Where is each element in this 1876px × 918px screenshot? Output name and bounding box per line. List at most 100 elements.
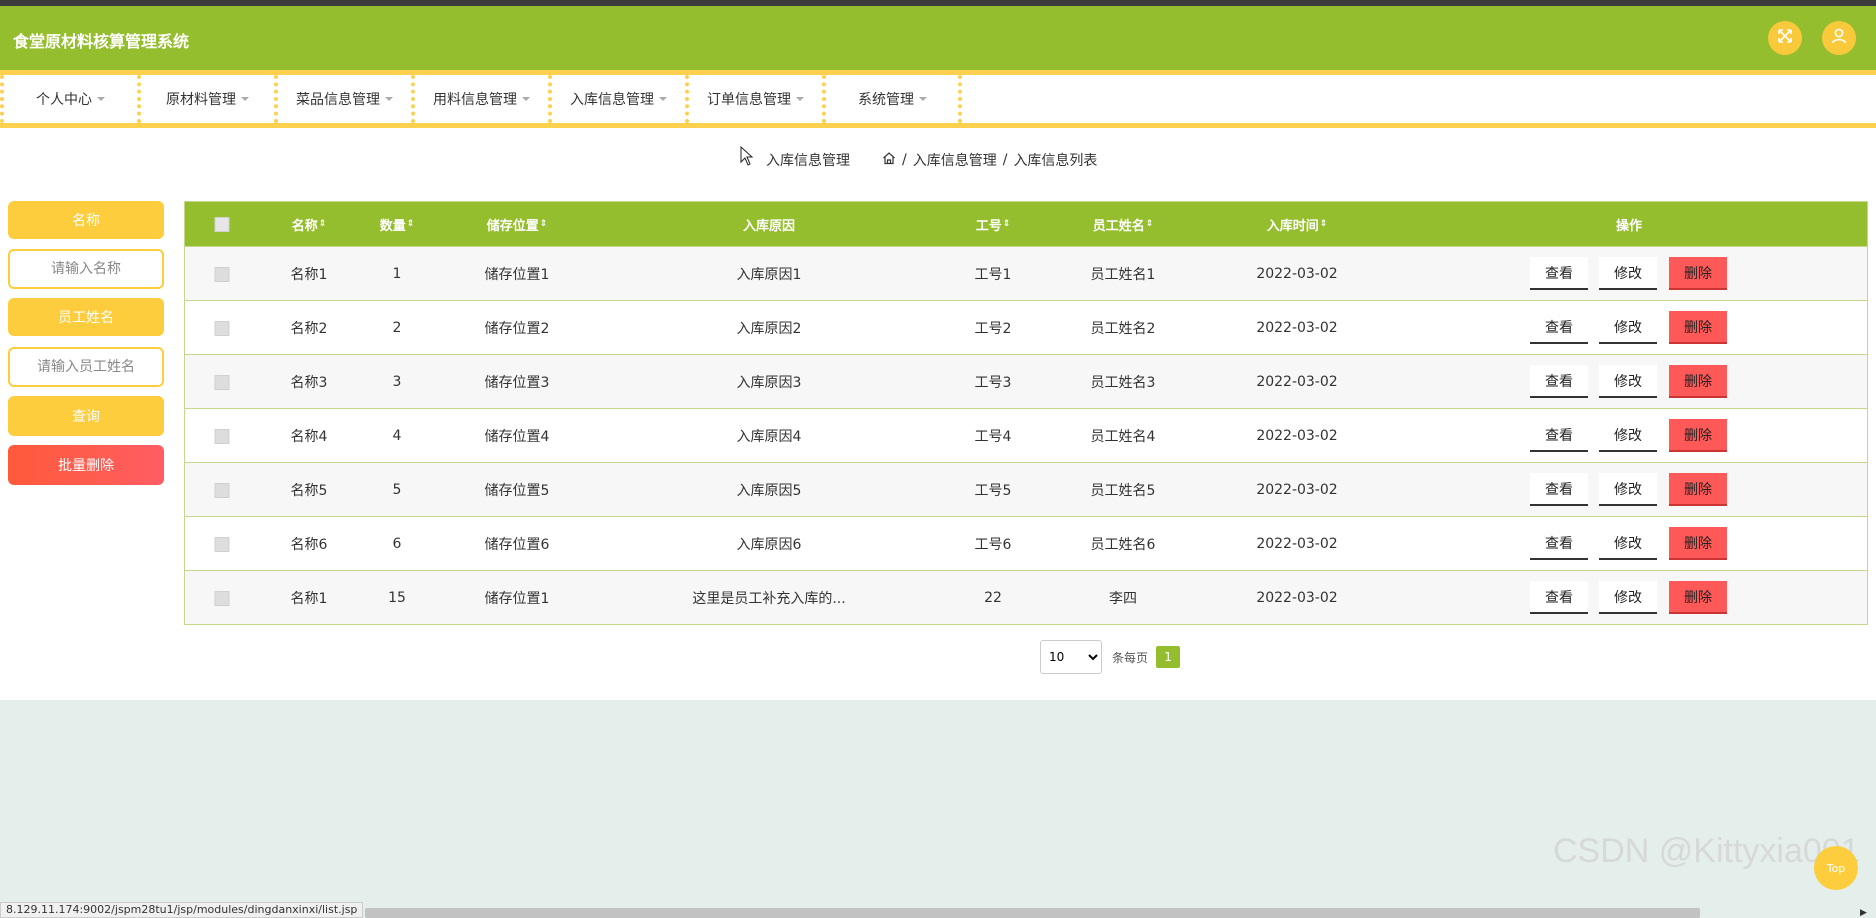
cell-emp-no: 22 xyxy=(984,590,1002,606)
table-header: 名称 ⇕ 数量 ⇕ 储存位置 ⇕ 入库原因 工号 ⇕ 员工姓名 ⇕ 入库时间 ⇕ 操作 xyxy=(185,202,1867,246)
sort-icon: ⇕ xyxy=(406,219,415,229)
edit-button[interactable]: 修改 xyxy=(1599,257,1657,290)
row-checkbox[interactable] xyxy=(214,517,230,571)
view-button[interactable]: 查看 xyxy=(1530,365,1588,398)
breadcrumb-stock-in[interactable]: 入库信息管理 xyxy=(913,150,997,170)
cell-emp-name: 员工姓名1 xyxy=(1090,267,1156,283)
nav-item-stock-in[interactable]: 入库信息管理 xyxy=(548,75,685,123)
view-button[interactable]: 查看 xyxy=(1530,527,1588,560)
nav-item-personal-center[interactable]: 个人中心 xyxy=(0,75,137,123)
column-header-label: 入库时间 xyxy=(1266,218,1319,234)
column-header-qty[interactable]: 数量 ⇕ xyxy=(380,202,415,246)
row-checkbox[interactable] xyxy=(214,409,230,463)
back-to-top-button[interactable]: Top xyxy=(1814,846,1858,890)
column-header-label: 储存位置 xyxy=(486,218,539,234)
cell-reason: 入库原因4 xyxy=(736,429,802,445)
delete-button[interactable]: 删除 xyxy=(1669,581,1727,614)
cell-emp-name: 员工姓名4 xyxy=(1090,429,1156,445)
sort-icon: ⇕ xyxy=(1002,219,1011,229)
cell-emp-name: 员工姓名6 xyxy=(1090,537,1156,553)
delete-button[interactable]: 删除 xyxy=(1669,311,1727,344)
column-header-label: 工号 xyxy=(975,218,1002,234)
chevron-down-icon xyxy=(659,97,667,101)
view-button[interactable]: 查看 xyxy=(1530,581,1588,614)
nav-item-raw-materials[interactable]: 原材料管理 xyxy=(137,75,274,123)
nav-item-dishes[interactable]: 菜品信息管理 xyxy=(274,75,411,123)
chevron-down-icon xyxy=(385,97,393,101)
cell-location: 储存位置1 xyxy=(484,591,550,607)
chevron-down-icon xyxy=(97,97,105,101)
horizontal-scrollbar[interactable] xyxy=(365,908,1700,918)
column-header-time[interactable]: 入库时间 ⇕ xyxy=(1267,202,1328,246)
cell-reason: 入库原因2 xyxy=(736,321,802,337)
view-button[interactable]: 查看 xyxy=(1530,257,1588,290)
user-button[interactable] xyxy=(1822,21,1856,55)
chevron-down-icon xyxy=(522,97,530,101)
cell-emp-no: 工号1 xyxy=(974,267,1012,283)
row-checkbox[interactable] xyxy=(214,355,230,409)
batch-delete-button[interactable]: 批量删除 xyxy=(8,445,164,485)
row-checkbox[interactable] xyxy=(214,463,230,517)
name-label: 名称 xyxy=(8,201,164,239)
cell-name: 名称5 xyxy=(290,483,328,499)
column-header-emp-no[interactable]: 工号 ⇕ xyxy=(976,202,1011,246)
page-button-current[interactable]: 1 xyxy=(1156,646,1181,668)
row-checkbox[interactable] xyxy=(214,247,230,301)
column-header-emp-name[interactable]: 员工姓名 ⇕ xyxy=(1093,202,1154,246)
query-button[interactable]: 查询 xyxy=(8,396,164,436)
fullscreen-button[interactable] xyxy=(1768,21,1802,55)
edit-button[interactable]: 修改 xyxy=(1599,365,1657,398)
row-checkbox[interactable] xyxy=(214,301,230,355)
delete-button[interactable]: 删除 xyxy=(1669,365,1727,398)
sort-icon: ⇕ xyxy=(1145,219,1154,229)
nav-item-orders[interactable]: 订单信息管理 xyxy=(685,75,822,123)
cell-emp-no: 工号6 xyxy=(974,537,1012,553)
edit-button[interactable]: 修改 xyxy=(1599,473,1657,506)
delete-button[interactable]: 删除 xyxy=(1669,473,1727,506)
cell-reason: 入库原因6 xyxy=(736,537,802,553)
delete-button[interactable]: 删除 xyxy=(1669,527,1727,560)
column-header-name[interactable]: 名称 ⇕ xyxy=(292,202,327,246)
edit-button[interactable]: 修改 xyxy=(1599,419,1657,452)
view-button[interactable]: 查看 xyxy=(1530,473,1588,506)
mouse-cursor-icon xyxy=(740,145,754,170)
view-button[interactable]: 查看 xyxy=(1530,419,1588,452)
delete-button[interactable]: 删除 xyxy=(1669,257,1727,290)
chevron-down-icon xyxy=(919,97,927,101)
view-button[interactable]: 查看 xyxy=(1530,311,1588,344)
nav-divider xyxy=(958,75,962,123)
edit-button[interactable]: 修改 xyxy=(1599,581,1657,614)
table-row: 名称4 4 储存位置4 入库原因4 工号4 员工姓名4 2022-03-02 查… xyxy=(185,408,1867,462)
user-icon xyxy=(1830,27,1848,49)
cell-reason: 入库原因1 xyxy=(736,267,802,283)
employee-name-label: 员工姓名 xyxy=(8,298,164,336)
cell-qty: 3 xyxy=(392,374,402,390)
cell-time: 2022-03-02 xyxy=(1256,590,1338,606)
edit-button[interactable]: 修改 xyxy=(1599,527,1657,560)
column-header-label: 入库原因 xyxy=(742,218,796,234)
breadcrumb-separator: / xyxy=(902,152,907,168)
page-size-select[interactable]: 10 xyxy=(1040,640,1102,674)
status-bar-url: 8.129.11.174:9002/jspm28tu1/jsp/modules/… xyxy=(0,902,364,918)
delete-button[interactable]: 删除 xyxy=(1669,419,1727,452)
table-row: 名称6 6 储存位置6 入库原因6 工号6 员工姓名6 2022-03-02 查… xyxy=(185,516,1867,570)
nav-item-material-usage[interactable]: 用料信息管理 xyxy=(411,75,548,123)
column-header-location[interactable]: 储存位置 ⇕ xyxy=(487,202,548,246)
main-nav: 个人中心 原材料管理 菜品信息管理 用料信息管理 入库信息管理 订单信息管理 系… xyxy=(0,70,1876,128)
employee-name-search-input[interactable] xyxy=(8,347,164,387)
nav-item-system[interactable]: 系统管理 xyxy=(822,75,959,123)
sort-icon: ⇕ xyxy=(318,219,327,229)
per-page-label: 条每页 xyxy=(1112,650,1149,665)
home-icon[interactable] xyxy=(882,151,896,169)
cell-name: 名称1 xyxy=(290,591,328,607)
pagination: 10 条每页 1 xyxy=(1040,640,1181,674)
table-row: 名称5 5 储存位置5 入库原因5 工号5 员工姓名5 2022-03-02 查… xyxy=(185,462,1867,516)
cell-name: 名称4 xyxy=(290,429,328,445)
expand-icon xyxy=(1777,28,1793,48)
name-search-input[interactable] xyxy=(8,249,164,289)
chevron-down-icon xyxy=(796,97,804,101)
scroll-right-icon[interactable]: ▶ xyxy=(1860,908,1867,918)
edit-button[interactable]: 修改 xyxy=(1599,311,1657,344)
row-checkbox[interactable] xyxy=(214,571,230,625)
select-all-checkbox[interactable] xyxy=(214,202,230,246)
